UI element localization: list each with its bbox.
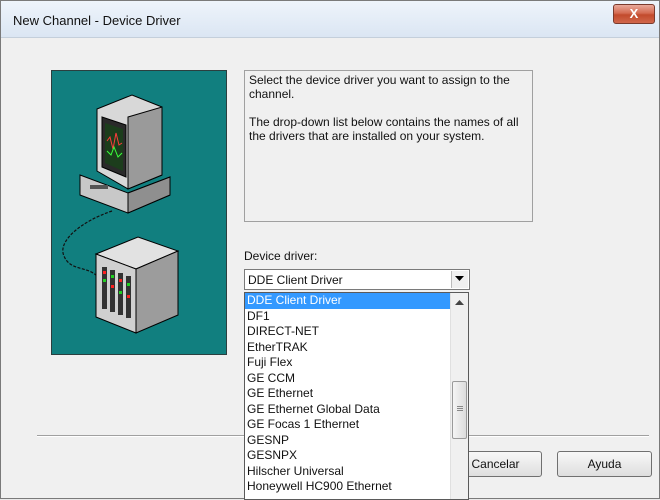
chevron-down-icon <box>455 276 464 281</box>
window-title: New Channel - Device Driver <box>13 13 181 28</box>
driver-option[interactable]: GE Ethernet Global Data <box>245 402 450 418</box>
driver-option[interactable]: DIRECT-NET <box>245 324 450 340</box>
computer-network-image <box>62 94 180 334</box>
driver-option[interactable]: Hilscher Universal <box>245 464 450 480</box>
driver-option[interactable]: Fuji Flex <box>245 355 450 371</box>
description-text-2: The drop-down list below contains the na… <box>249 115 519 143</box>
device-driver-select[interactable]: DDE Client Driver <box>244 269 470 290</box>
new-channel-dialog: New Channel - Device Driver X Select the… <box>0 0 660 500</box>
driver-option[interactable]: EtherTRAK <box>245 340 450 356</box>
driver-option[interactable]: Honeywell HC900 Ethernet <box>245 479 450 495</box>
driver-option[interactable]: GESNPX <box>245 448 450 464</box>
close-button[interactable]: X <box>613 4 655 24</box>
title-bar[interactable]: New Channel - Device Driver X <box>1 1 659 38</box>
driver-option[interactable]: GESNP <box>245 433 450 449</box>
driver-option[interactable]: GE Ethernet <box>245 386 450 402</box>
driver-option[interactable]: GE Focas 1 Ethernet <box>245 417 450 433</box>
description-text-1: Select the device driver you want to ass… <box>249 73 510 101</box>
dropdown-scrollbar[interactable] <box>450 293 468 499</box>
driver-option[interactable]: DF1 <box>245 309 450 325</box>
combo-dropdown-button[interactable] <box>451 271 468 288</box>
driver-options: DDE Client Driver DF1 DIRECT-NET EtherTRAK F… <box>245 293 450 495</box>
device-driver-selected-value: DDE Client Driver <box>248 273 343 287</box>
device-driver-label: Device driver: <box>244 249 318 263</box>
driver-option[interactable]: DDE Client Driver <box>245 293 450 309</box>
scroll-up-icon[interactable] <box>455 300 464 305</box>
close-icon: X <box>629 6 639 21</box>
scrollbar-thumb[interactable] <box>452 381 467 439</box>
description-panel: Select the device driver you want to ass… <box>244 70 533 222</box>
driver-option[interactable]: GE CCM <box>245 371 450 387</box>
computer-plc-illustration <box>51 70 227 355</box>
help-button[interactable]: Ayuda <box>557 451 652 477</box>
device-driver-dropdown-list[interactable]: DDE Client Driver DF1 DIRECT-NET EtherTRAK F… <box>244 292 469 500</box>
